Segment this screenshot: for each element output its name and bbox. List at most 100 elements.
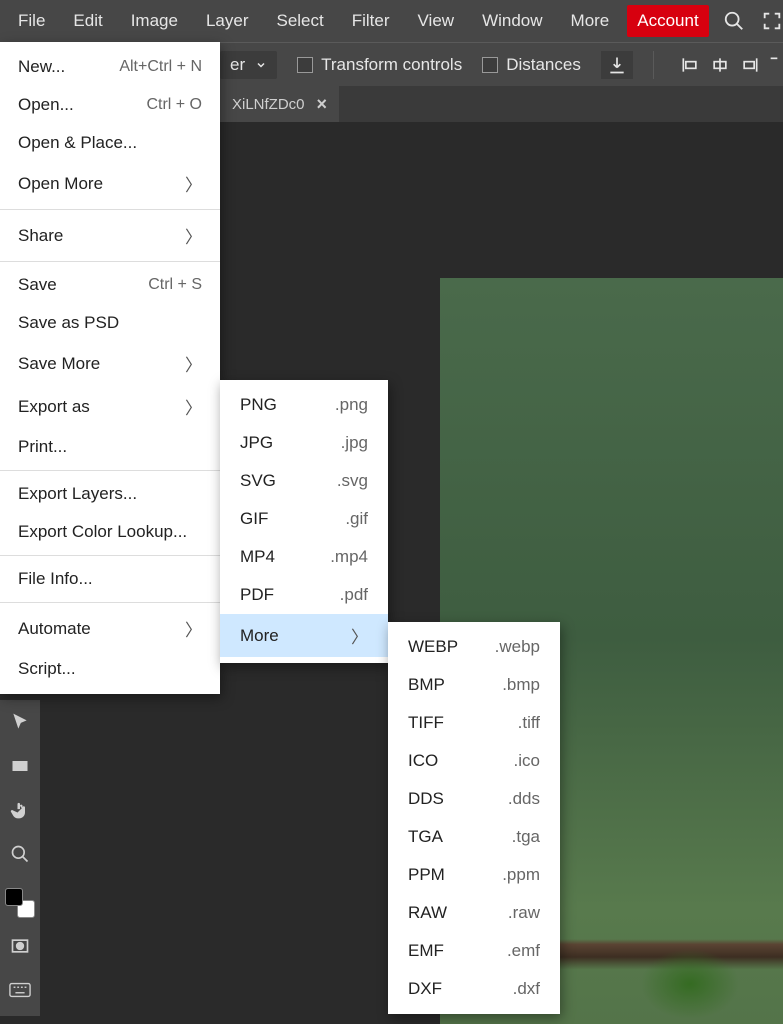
menu-label: Print... <box>18 437 67 457</box>
menu-label: Save <box>18 275 57 295</box>
export-tiff[interactable]: TIFF.tiff <box>388 704 560 742</box>
export-bmp[interactable]: BMP.bmp <box>388 666 560 704</box>
color-swatches[interactable] <box>5 888 35 918</box>
menu-label: Open & Place... <box>18 133 137 153</box>
export-mp4[interactable]: MP4 .mp4 <box>220 538 388 576</box>
file-save-more[interactable]: Save More 〉 <box>0 342 220 385</box>
foreground-color-swatch[interactable] <box>5 888 23 906</box>
menu-label: Export Color Lookup... <box>18 522 187 542</box>
export-pdf[interactable]: PDF .pdf <box>220 576 388 614</box>
file-new[interactable]: New... Alt+Ctrl + N <box>0 48 220 86</box>
menu-file[interactable]: File <box>4 1 59 41</box>
export-jpg[interactable]: JPG .jpg <box>220 424 388 462</box>
align-top-icon[interactable] <box>769 55 779 75</box>
account-button[interactable]: Account <box>627 5 708 37</box>
file-save-psd[interactable]: Save as PSD <box>0 304 220 342</box>
menu-label: TGA <box>408 827 443 847</box>
align-right-icon[interactable] <box>739 55 761 75</box>
menu-more[interactable]: More <box>557 1 624 41</box>
export-raw[interactable]: RAW .raw <box>388 894 560 932</box>
file-open[interactable]: Open... Ctrl + O <box>0 86 220 124</box>
align-center-icon[interactable] <box>709 55 731 75</box>
download-button[interactable] <box>601 51 633 79</box>
menu-label: Script... <box>18 659 76 679</box>
export-emf[interactable]: EMF.emf <box>388 932 560 970</box>
divider <box>653 51 654 79</box>
menu-ext: .webp <box>495 637 540 657</box>
menu-view[interactable]: View <box>404 1 469 41</box>
menu-label: Open More <box>18 174 103 194</box>
rectangle-tool[interactable] <box>4 750 36 782</box>
menu-ext: .ico <box>514 751 540 771</box>
export-tga[interactable]: TGA .tga <box>388 818 560 856</box>
menu-ext: .tga <box>512 827 540 847</box>
export-webp[interactable]: WEBP .webp <box>388 628 560 666</box>
menu-select[interactable]: Select <box>262 1 337 41</box>
menu-image[interactable]: Image <box>117 1 192 41</box>
fullscreen-icon[interactable] <box>761 10 783 32</box>
chevron-right-icon: 〉 <box>351 623 368 648</box>
left-toolbox <box>0 700 40 1016</box>
search-icon[interactable] <box>723 10 745 32</box>
menu-shortcut: Ctrl + O <box>146 96 202 114</box>
options-dropdown[interactable]: er <box>220 51 277 79</box>
align-left-icon[interactable] <box>679 55 701 75</box>
menu-ext: .pdf <box>340 585 368 605</box>
menu-label: Save More <box>18 354 100 374</box>
file-share[interactable]: Share 〉 <box>0 214 220 257</box>
menu-edit[interactable]: Edit <box>59 1 116 41</box>
menu-ext: .dds <box>508 789 540 809</box>
distances-toggle[interactable]: Distances <box>482 55 581 75</box>
menu-label: RAW <box>408 903 447 923</box>
menu-label: DXF <box>408 979 442 999</box>
file-save[interactable]: Save Ctrl + S <box>0 266 220 304</box>
menu-layer[interactable]: Layer <box>192 1 263 41</box>
file-export-layers[interactable]: Export Layers... <box>0 475 220 513</box>
export-as-submenu: PNG .png JPG .jpg SVG .svg GIF .gif MP4 … <box>220 380 388 663</box>
keyboard-tool[interactable] <box>4 974 36 1006</box>
chevron-right-icon: 〉 <box>185 394 202 419</box>
pointer-tool[interactable] <box>4 706 36 738</box>
menu-separator <box>0 555 220 556</box>
export-ico[interactable]: ICO .ico <box>388 742 560 780</box>
menu-separator <box>0 470 220 471</box>
export-more[interactable]: More 〉 <box>220 614 388 657</box>
menu-separator <box>0 602 220 603</box>
file-open-place[interactable]: Open & Place... <box>0 124 220 162</box>
zoom-tool[interactable] <box>4 838 36 870</box>
hand-tool[interactable] <box>4 794 36 826</box>
export-dxf[interactable]: DXF .dxf <box>388 970 560 1008</box>
menu-ext: .raw <box>508 903 540 923</box>
export-svg[interactable]: SVG .svg <box>220 462 388 500</box>
file-export-as[interactable]: Export as 〉 <box>0 385 220 428</box>
quickmask-tool[interactable] <box>4 930 36 962</box>
menu-label: File Info... <box>18 569 93 589</box>
menu-label: PDF <box>240 585 274 605</box>
file-open-more[interactable]: Open More 〉 <box>0 162 220 205</box>
file-script[interactable]: Script... <box>0 650 220 688</box>
file-menu: New... Alt+Ctrl + N Open... Ctrl + O Ope… <box>0 42 220 694</box>
distances-label: Distances <box>506 55 581 75</box>
menu-label: ICO <box>408 751 438 771</box>
menu-label: WEBP <box>408 637 458 657</box>
file-print[interactable]: Print... <box>0 428 220 466</box>
export-gif[interactable]: GIF .gif <box>220 500 388 538</box>
export-dds[interactable]: DDS .dds <box>388 780 560 818</box>
transform-controls-toggle[interactable]: Transform controls <box>297 55 462 75</box>
menu-label: More <box>240 626 279 646</box>
close-tab-icon[interactable]: × <box>317 94 328 115</box>
document-tab[interactable]: XiLNfZDc0 × <box>220 86 339 123</box>
file-automate[interactable]: Automate 〉 <box>0 607 220 650</box>
menu-filter[interactable]: Filter <box>338 1 404 41</box>
menu-label: New... <box>18 57 65 77</box>
menu-label: DDS <box>408 789 444 809</box>
file-export-color-lookup[interactable]: Export Color Lookup... <box>0 513 220 551</box>
menu-window[interactable]: Window <box>468 1 556 41</box>
file-info[interactable]: File Info... <box>0 560 220 598</box>
menu-ext: .dxf <box>513 979 540 999</box>
export-png[interactable]: PNG .png <box>220 386 388 424</box>
export-ppm[interactable]: PPM.ppm <box>388 856 560 894</box>
menu-ext: .mp4 <box>330 547 368 567</box>
checkbox-icon <box>297 57 313 73</box>
menu-label: Share <box>18 226 63 246</box>
